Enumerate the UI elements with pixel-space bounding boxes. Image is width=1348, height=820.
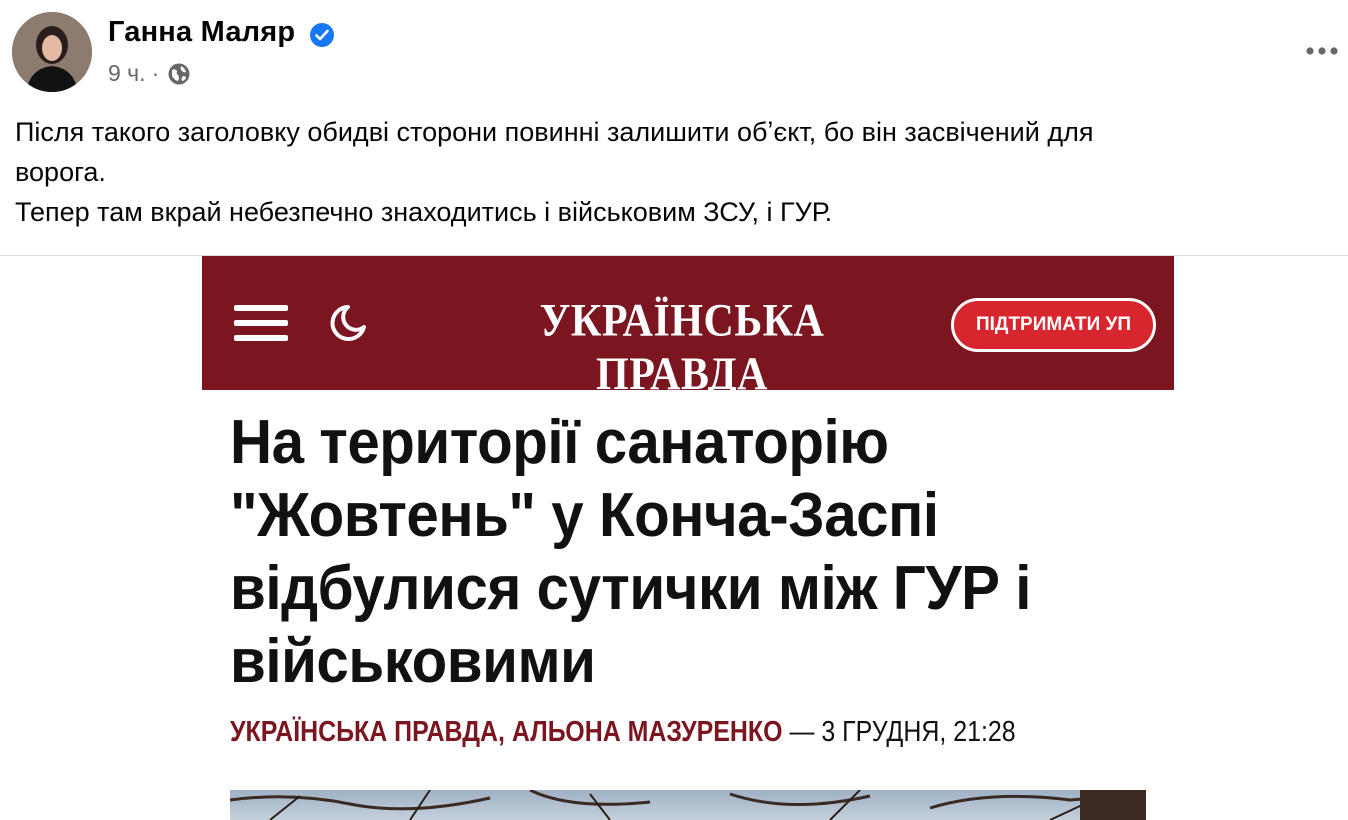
post-text-line: Тепер там вкрай небезпечно знаходитись і…: [15, 197, 833, 227]
post-meta: 9 ч. ·: [108, 60, 191, 87]
moon-icon: [330, 305, 366, 341]
article-photo: [230, 790, 1146, 820]
more-options-button[interactable]: [1303, 32, 1341, 70]
byline-date: — 3 ГРУДНЯ, 21:28: [782, 716, 1016, 748]
author-name[interactable]: Ганна Маляр: [108, 16, 295, 49]
globe-icon[interactable]: [167, 62, 191, 86]
post-text: Після такого заголовку обидві сторони по…: [15, 112, 1315, 232]
article-title: На території санаторію "Жовтень" у Конча…: [230, 408, 1031, 696]
post-header: Ганна Маляр 9 ч. ·: [0, 0, 1348, 100]
post-text-line: ворога.: [15, 157, 106, 187]
verified-badge-icon: [310, 23, 334, 47]
byline-source: УКРАЇНСЬКА ПРАВДА, АЛЬОНА МАЗУРЕНКО: [230, 716, 783, 748]
post-timestamp[interactable]: 9 ч.: [108, 60, 146, 87]
article-byline: УКРАЇНСЬКА ПРАВДА, АЛЬОНА МАЗУРЕНКО — 3 …: [230, 716, 1016, 749]
site-header: УКРАЇНСЬКА ПРАВДА ПІДТРИМАТИ УП: [202, 256, 1174, 400]
support-button: ПІДТРИМАТИ УП: [951, 298, 1156, 352]
shared-article-screenshot[interactable]: УКРАЇНСЬКА ПРАВДА ПІДТРИМАТИ УП На терит…: [202, 256, 1174, 820]
site-logo: УКРАЇНСЬКА ПРАВДА: [539, 295, 825, 401]
meta-separator: ·: [151, 60, 160, 86]
hamburger-menu-icon: [234, 305, 288, 341]
author-avatar[interactable]: [12, 12, 92, 92]
more-options-icon: [1306, 47, 1338, 55]
post-text-line: Після такого заголовку обидві сторони по…: [15, 117, 1094, 147]
